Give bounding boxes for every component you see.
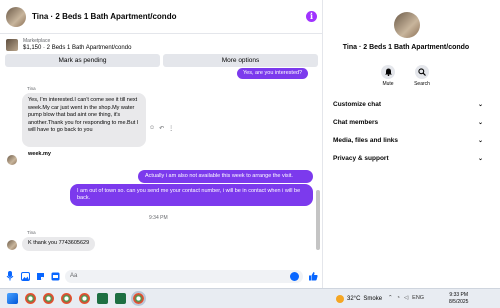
chevron-down-icon: ⌄ — [477, 101, 483, 108]
messenger-window: Tina · 2 Beds 1 Bath Apartment/condo i M… — [0, 0, 500, 288]
network-icon[interactable]: ◔ — [397, 295, 400, 301]
chat-header: Tina · 2 Beds 1 Bath Apartment/condo i — [0, 0, 323, 34]
chat-members-section[interactable]: Chat members ⌄ — [333, 115, 483, 129]
excel-icon[interactable] — [97, 293, 108, 304]
system-tray: ⌃ ◔ ◁ ENG — [388, 295, 424, 301]
more-icon[interactable]: ⋮ — [168, 125, 174, 132]
chevron-down-icon: ⌄ — [477, 137, 483, 144]
avatar[interactable] — [6, 6, 26, 27]
search-button[interactable]: Search — [412, 65, 432, 87]
panel-actions: Mute Search — [378, 65, 432, 87]
sticker-icon[interactable] — [35, 271, 45, 281]
language-indicator[interactable]: ENG — [412, 295, 424, 301]
weather-temp: 32°C — [347, 296, 361, 302]
privacy-support-section[interactable]: Privacy & support ⌄ — [333, 151, 483, 165]
panel-title: Tina · 2 Beds 1 Bath Apartment/condo — [342, 44, 470, 51]
conversation-info-panel: Tina · 2 Beds 1 Bath Apartment/condo Mut… — [323, 0, 500, 288]
thread-scrollbar[interactable] — [316, 70, 320, 260]
section-label: Privacy & support — [333, 154, 389, 162]
mute-button[interactable]: Mute — [378, 65, 398, 87]
incoming-message[interactable]: Yes, I'm interested.I can't come see it … — [22, 93, 146, 147]
message-timestamp: 9:34 PM — [149, 215, 168, 221]
microphone-icon[interactable] — [5, 271, 15, 281]
chrome-icon[interactable] — [79, 293, 90, 304]
chevron-up-icon[interactable]: ⌃ — [388, 295, 393, 301]
listing-actions: Mark as pending More options — [5, 54, 318, 67]
chrome-icon[interactable] — [25, 293, 36, 304]
chrome-icon[interactable] — [43, 293, 54, 304]
emoji-icon[interactable] — [290, 271, 299, 281]
sender-avatar[interactable] — [7, 155, 17, 165]
search-icon — [415, 65, 429, 79]
chevron-down-icon: ⌄ — [477, 119, 483, 126]
message-thread: Yes, are you interested? Tina Yes, I'm i… — [0, 68, 323, 264]
more-options-button[interactable]: More options — [163, 54, 318, 67]
section-label: Customize chat — [333, 100, 382, 108]
weather-widget[interactable]: 32°C Smoke — [336, 295, 382, 303]
like-icon[interactable] — [308, 271, 318, 281]
sun-icon — [336, 295, 344, 303]
message-input[interactable]: Aa — [65, 269, 303, 283]
conversation-title[interactable]: Tina · 2 Beds 1 Bath Apartment/condo — [32, 12, 306, 21]
clock-date: 8/5/2025 — [449, 299, 469, 305]
message-text: Yes, I'm interested.I can't come see it … — [28, 97, 139, 134]
reply-icon[interactable]: ↶ — [159, 125, 164, 132]
message-text-tail: week.my — [28, 151, 51, 157]
marketplace-label: Marketplace — [23, 37, 51, 44]
excel-icon[interactable] — [115, 293, 126, 304]
scrollbar-thumb[interactable] — [316, 190, 320, 250]
gif-icon[interactable] — [50, 271, 60, 281]
customize-chat-section[interactable]: Customize chat ⌄ — [333, 97, 483, 111]
info-icon[interactable]: i — [306, 11, 317, 22]
volume-icon[interactable]: ◁ — [404, 295, 408, 301]
message-input-placeholder: Aa — [70, 272, 78, 279]
search-label: Search — [414, 81, 430, 87]
composer: Aa — [0, 264, 323, 288]
listing-thumbnail — [6, 38, 18, 51]
sender-name: Tina — [27, 230, 36, 235]
chat-panel: Tina · 2 Beds 1 Bath Apartment/condo i M… — [0, 0, 323, 288]
sender-name: Tina — [27, 86, 36, 91]
section-label: Media, files and links — [333, 136, 399, 144]
outgoing-message[interactable]: Yes, are you interested? — [237, 68, 309, 79]
marketplace-listing[interactable]: Marketplace $1,150 · 2 Beds 1 Bath Apart… — [6, 37, 318, 52]
chrome-icon[interactable] — [61, 293, 72, 304]
start-icon[interactable] — [7, 293, 18, 304]
listing-title: $1,150 · 2 Beds 1 Bath Apartment/condo — [23, 44, 132, 51]
chevron-down-icon: ⌄ — [477, 155, 483, 162]
clock-time: 9:33 PM — [449, 292, 469, 298]
clock[interactable]: 9:33 PM 8/5/2025 — [449, 292, 468, 306]
outgoing-message[interactable]: I am out of town so. can you send me you… — [70, 184, 313, 206]
message-actions: ☺ ↶ ⋮ — [149, 125, 174, 132]
bell-icon — [381, 65, 395, 79]
conversation-avatar[interactable] — [394, 12, 420, 38]
section-label: Chat members — [333, 118, 379, 126]
outgoing-message[interactable]: Actually i am also not available this we… — [138, 170, 313, 183]
taskbar: 32°C Smoke ⌃ ◔ ◁ ENG 9:33 PM 8/5/2025 — [0, 288, 500, 308]
emoji-react-icon[interactable]: ☺ — [149, 125, 155, 132]
mark-as-pending-button[interactable]: Mark as pending — [5, 54, 160, 67]
taskbar-apps — [7, 291, 146, 306]
image-icon[interactable] — [20, 271, 30, 281]
chrome-icon[interactable] — [131, 291, 146, 306]
sender-avatar[interactable] — [7, 240, 17, 250]
mute-label: Mute — [382, 81, 394, 87]
weather-text: Smoke — [363, 296, 383, 302]
media-files-links-section[interactable]: Media, files and links ⌄ — [333, 133, 483, 147]
incoming-message[interactable]: K thank you 7743605629 — [22, 237, 96, 251]
